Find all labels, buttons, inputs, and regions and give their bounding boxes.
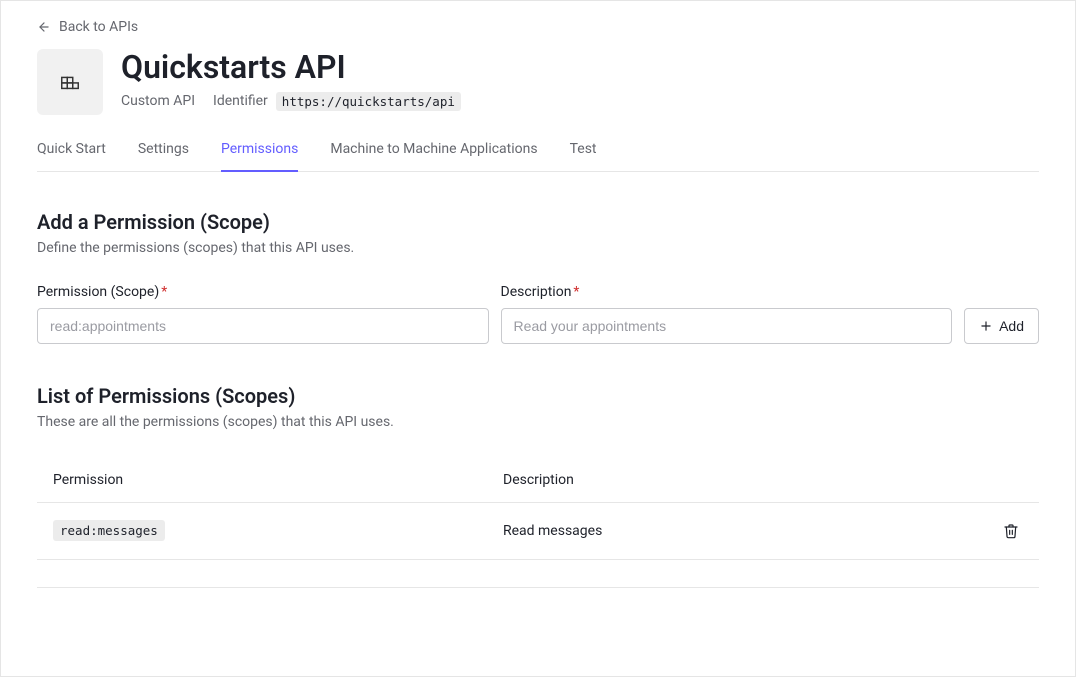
api-header-text: Quickstarts API Custom API Identifier ht… — [121, 49, 461, 111]
api-header-meta: Custom API Identifier https://quickstart… — [121, 92, 461, 111]
api-header: Quickstarts API Custom API Identifier ht… — [37, 49, 1039, 115]
permission-row-description: Read messages — [503, 523, 983, 539]
col-header-permission: Permission — [53, 472, 503, 488]
api-cube-icon — [59, 71, 81, 93]
permissions-list-section: List of Permissions (Scopes) These are a… — [37, 384, 1039, 588]
permission-scope-field-wrap: Permission (Scope)* — [37, 284, 489, 344]
required-marker: * — [573, 284, 579, 300]
permissions-table: Permission Description read:messages Rea… — [37, 458, 1039, 588]
api-identifier-value: https://quickstarts/api — [276, 92, 461, 111]
permission-scope-label: Permission (Scope)* — [37, 284, 489, 300]
description-label: Description* — [501, 284, 953, 300]
required-marker: * — [161, 284, 167, 300]
permissions-table-empty-row — [37, 560, 1039, 588]
arrow-left-icon — [37, 20, 51, 34]
tab-settings[interactable]: Settings — [138, 141, 189, 171]
permissions-list-title: List of Permissions (Scopes) — [37, 384, 1039, 408]
tab-m2m-applications[interactable]: Machine to Machine Applications — [330, 141, 537, 171]
permission-row-name: read:messages — [53, 523, 503, 539]
trash-icon — [1003, 523, 1019, 539]
description-field-wrap: Description* — [501, 284, 953, 344]
api-identifier-label: Identifier — [213, 93, 268, 109]
add-permission-button[interactable]: Add — [964, 308, 1039, 344]
plus-icon — [979, 319, 993, 333]
permission-scope-label-text: Permission (Scope) — [37, 284, 159, 300]
page-title: Quickstarts API — [121, 49, 461, 86]
api-icon-box — [37, 49, 103, 115]
description-input[interactable] — [501, 308, 953, 344]
tab-permissions[interactable]: Permissions — [221, 141, 298, 171]
add-permission-subtitle: Define the permissions (scopes) that thi… — [37, 240, 1039, 256]
col-header-actions — [983, 472, 1023, 488]
permissions-list-subtitle: These are all the permissions (scopes) t… — [37, 414, 1039, 430]
tab-test[interactable]: Test — [570, 141, 597, 171]
add-permission-section: Add a Permission (Scope) Define the perm… — [37, 210, 1039, 344]
description-label-text: Description — [501, 284, 572, 300]
api-type-label: Custom API — [121, 93, 195, 109]
permissions-table-header: Permission Description — [37, 458, 1039, 503]
api-identifier-wrap: Identifier https://quickstarts/api — [213, 92, 461, 111]
permission-row-actions — [983, 519, 1023, 543]
permission-scope-code: read:messages — [53, 520, 165, 541]
tab-quick-start[interactable]: Quick Start — [37, 141, 106, 171]
tabs-bar: Quick Start Settings Permissions Machine… — [37, 141, 1039, 172]
add-permission-button-label: Add — [999, 318, 1024, 334]
permission-scope-input[interactable] — [37, 308, 489, 344]
add-permission-title: Add a Permission (Scope) — [37, 210, 1039, 234]
delete-permission-button[interactable] — [999, 519, 1023, 543]
add-permission-form: Permission (Scope)* Description* Add — [37, 284, 1039, 344]
col-header-description: Description — [503, 472, 983, 488]
back-to-apis-label: Back to APIs — [59, 19, 138, 35]
permission-row: read:messages Read messages — [37, 503, 1039, 560]
back-to-apis-link[interactable]: Back to APIs — [37, 19, 138, 35]
